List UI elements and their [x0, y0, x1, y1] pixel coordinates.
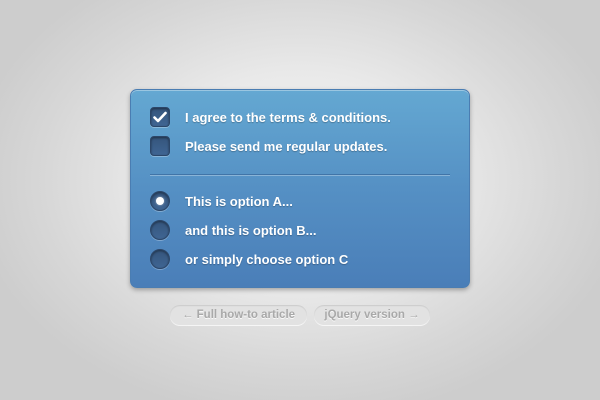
terms-checkbox-label: I agree to the terms & conditions. [185, 109, 391, 125]
updates-checkbox[interactable] [150, 136, 170, 156]
checkmark-icon [153, 111, 167, 123]
option-a-label: This is option A... [185, 193, 293, 209]
full-article-link[interactable]: ← Full how-to article [170, 305, 307, 325]
radio-dot-icon [156, 197, 164, 205]
divider [150, 174, 450, 176]
option-b-radio[interactable] [150, 220, 170, 240]
option-b-label: and this is option B... [185, 222, 317, 238]
option-c-radio-row[interactable]: or simply choose option C [150, 249, 348, 269]
option-a-radio-row[interactable]: This is option A... [150, 191, 293, 211]
option-a-radio[interactable] [150, 191, 170, 211]
option-c-label: or simply choose option C [185, 251, 349, 267]
updates-checkbox-label: Please send me regular updates. [185, 138, 388, 154]
option-c-radio[interactable] [150, 249, 170, 269]
options-panel: I agree to the terms & conditions. Pleas… [130, 89, 470, 288]
option-b-radio-row[interactable]: and this is option B... [150, 220, 316, 240]
terms-checkbox-row[interactable]: I agree to the terms & conditions. [150, 107, 391, 127]
jquery-version-link[interactable]: jQuery version → [314, 305, 430, 325]
updates-checkbox-row[interactable]: Please send me regular updates. [150, 136, 387, 156]
terms-checkbox[interactable] [150, 107, 170, 127]
